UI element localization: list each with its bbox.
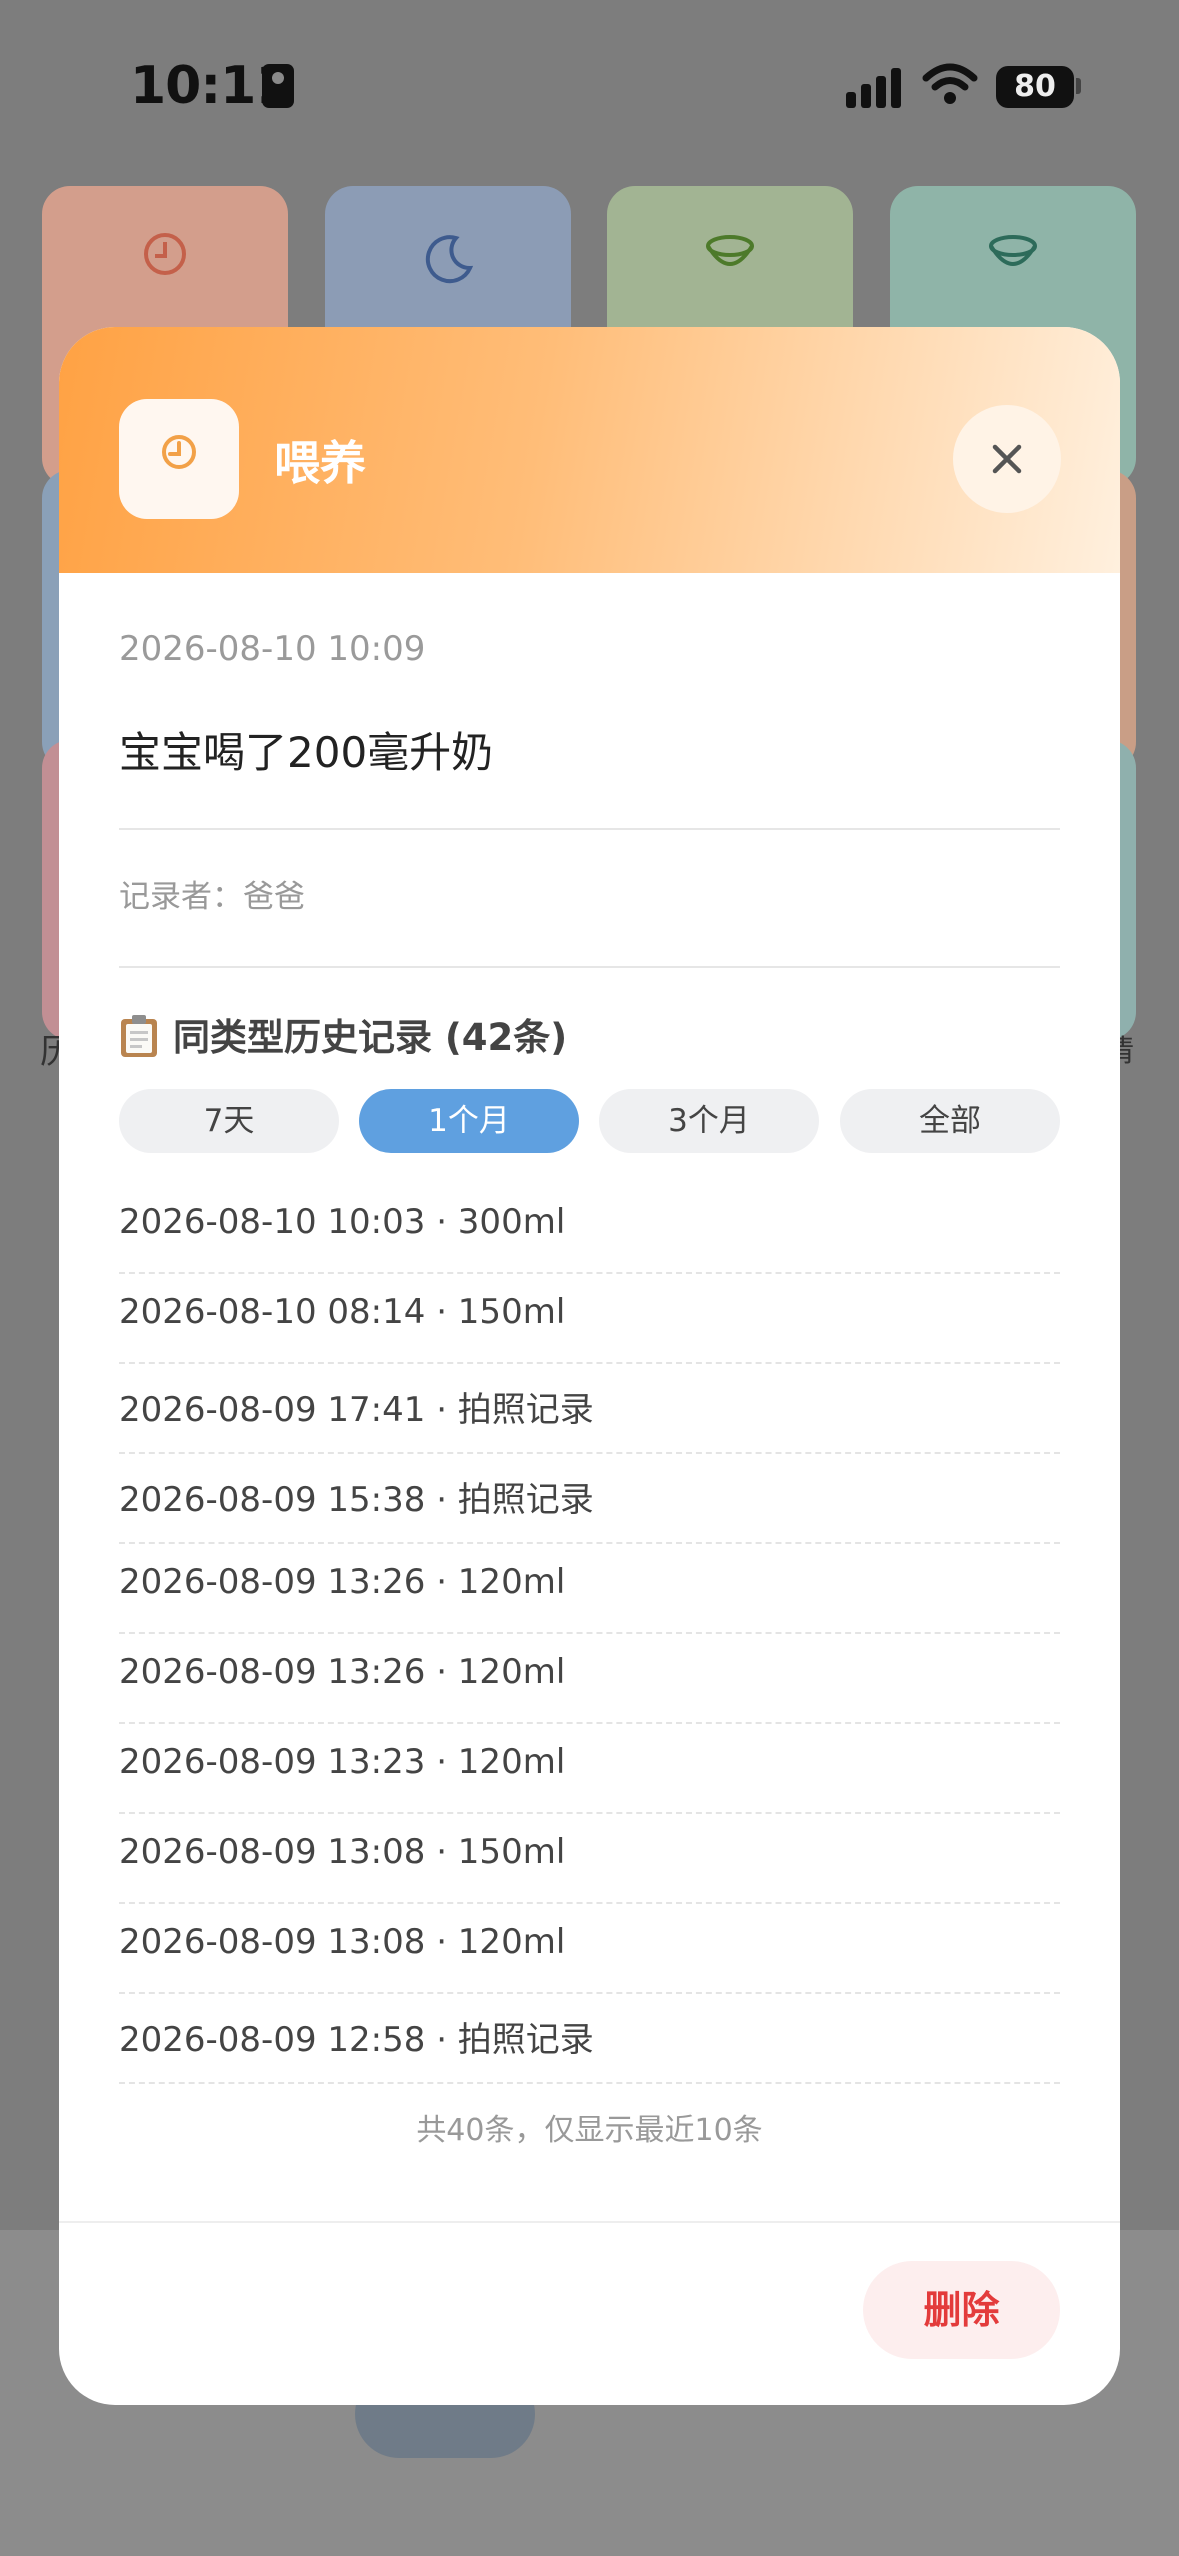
history-item: 2026-08-10 10:03 · 300ml [119, 1184, 1060, 1274]
filter-3-months[interactable]: 3个月 [599, 1089, 819, 1153]
status-bar: 10:11 80 [0, 0, 1179, 175]
history-footnote: 共40条，仅显示最近10条 [416, 2113, 763, 2148]
history-item-text: 2026-08-09 13:08 · 120ml [119, 1922, 566, 1962]
history-item: 2026-08-09 15:38 · 拍照记录 [119, 1454, 1060, 1544]
history-title: 同类型历史记录 (42条) [119, 1007, 567, 1061]
cellular-signal-icon [846, 66, 906, 108]
history-item: 2026-08-09 13:26 · 120ml [119, 1544, 1060, 1634]
footer-divider [59, 2221, 1120, 2223]
history-item: 2026-08-09 13:26 · 120ml [119, 1634, 1060, 1724]
battery-indicator: 80 [996, 66, 1074, 108]
filter-all[interactable]: 全部 [840, 1089, 1060, 1153]
record-detail-modal: 喂养 2026-08-10 10:09 宝宝喝了200毫升奶 记录者：爸爸 同类… [59, 327, 1120, 2405]
close-icon [992, 444, 1022, 474]
history-item: 2026-08-09 13:08 · 150ml [119, 1814, 1060, 1904]
wifi-icon [922, 63, 978, 104]
history-item-text: 2026-08-09 13:26 · 120ml [119, 1652, 566, 1692]
recorder-name: 爸爸 [243, 879, 305, 915]
history-item-text: 2026-08-09 13:26 · 120ml [119, 1562, 566, 1602]
history-item-text: 2026-08-09 17:41 · 拍照记录 [119, 1390, 594, 1430]
history-item-text: 2026-08-09 13:08 · 150ml [119, 1832, 566, 1872]
history-item: 2026-08-09 12:58 · 拍照记录 [119, 1994, 1060, 2084]
history-item: 2026-08-09 17:41 · 拍照记录 [119, 1364, 1060, 1454]
modal-header: 喂养 [59, 327, 1120, 573]
history-item: 2026-08-10 08:14 · 150ml [119, 1274, 1060, 1364]
history-item: 2026-08-09 13:08 · 120ml [119, 1904, 1060, 1994]
record-datetime: 2026-08-10 10:09 [119, 629, 426, 669]
history-item-text: 2026-08-10 10:03 · 300ml [119, 1202, 566, 1242]
filter-1-month[interactable]: 1个月 [359, 1089, 579, 1153]
recorder-label: 记录者： [119, 879, 243, 915]
record-content: 宝宝喝了200毫升奶 [119, 728, 494, 777]
battery-cap [1076, 78, 1081, 94]
filter-7-days[interactable]: 7天 [119, 1089, 339, 1153]
history-title-text: 同类型历史记录 (42条) [173, 1016, 568, 1059]
person-badge-icon [262, 64, 294, 108]
clipboard-icon [119, 1014, 159, 1058]
delete-button[interactable]: 删除 [863, 2261, 1060, 2359]
divider [119, 966, 1060, 968]
history-item-text: 2026-08-09 15:38 · 拍照记录 [119, 1480, 594, 1520]
history-item-text: 2026-08-10 08:14 · 150ml [119, 1292, 566, 1332]
divider [119, 828, 1060, 830]
modal-title: 喂养 [274, 436, 366, 490]
clock-icon [119, 399, 239, 519]
history-item-text: 2026-08-09 13:23 · 120ml [119, 1742, 566, 1782]
history-item: 2026-08-09 13:23 · 120ml [119, 1724, 1060, 1814]
close-button[interactable] [953, 405, 1061, 513]
recorder-info: 记录者：爸爸 [119, 871, 305, 916]
history-item-text: 2026-08-09 12:58 · 拍照记录 [119, 2020, 594, 2060]
